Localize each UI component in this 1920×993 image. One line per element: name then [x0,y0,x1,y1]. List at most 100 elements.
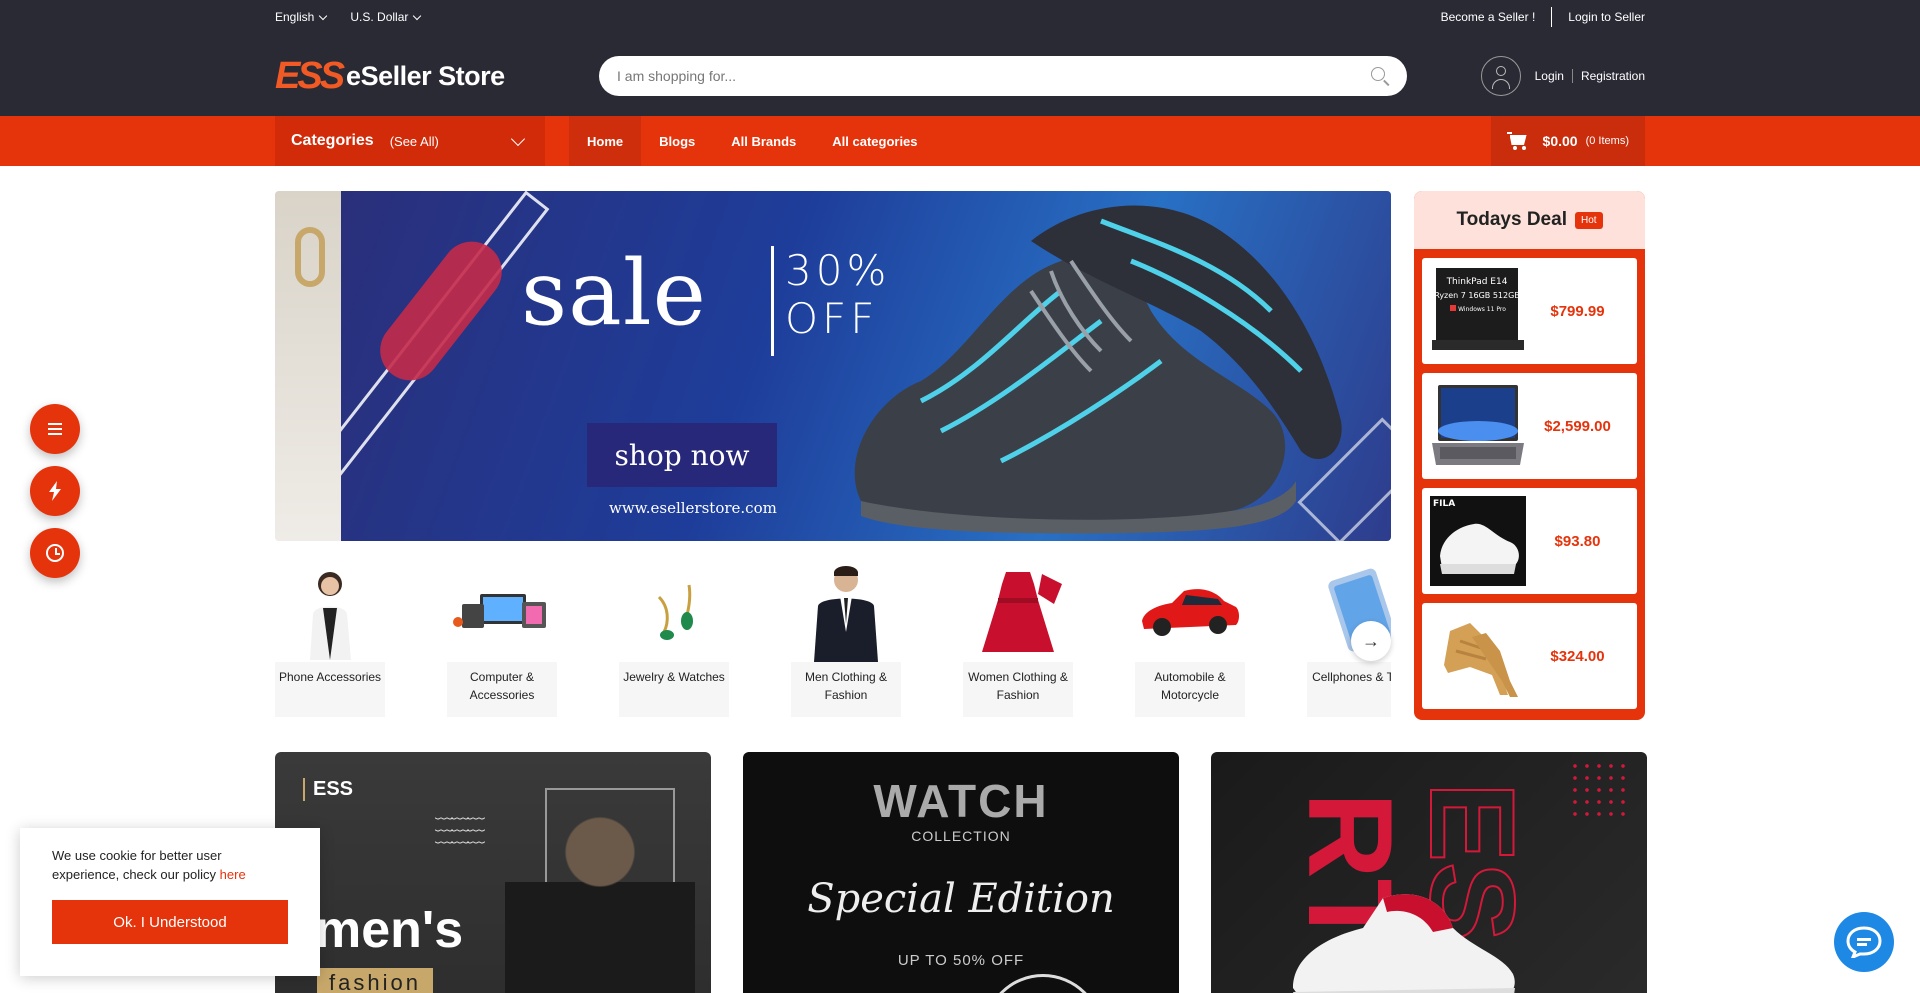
category-card[interactable]: Jewelry & Watches [619,562,729,717]
deal-price: $2,599.00 [1544,417,1611,435]
promo-banner-watch[interactable]: WATCH COLLECTION Special Edition UP TO 5… [743,752,1179,993]
user-icon[interactable] [1480,56,1521,96]
deal-price: $324.00 [1550,647,1605,665]
divider [1551,7,1553,27]
category-image [447,562,557,662]
flash-deal-fab-button[interactable] [30,466,80,516]
chevron-down-icon [319,11,328,20]
cart-button[interactable]: $0.00 (0 Items) [1490,116,1645,166]
nav-link-all-brands[interactable]: All Brands [713,116,814,166]
main-header: ESS eSeller Store Login Registration [275,54,1645,98]
navigation-bar: Categories (See All) Home Blogs All Bran… [0,116,1920,166]
carousel-next-arrow-icon[interactable]: → [1351,621,1391,661]
category-label: Automobile & Motorcycle [1154,670,1226,702]
account-area: Login Registration [1480,56,1645,96]
woman-phone-image [310,572,351,660]
clock-icon [46,544,64,562]
deal-item[interactable]: $2,599.00 [1422,373,1637,479]
nav-inner: Categories (See All) Home Blogs All Bran… [275,116,1645,166]
utility-bar: English U.S. Dollar Become a Seller ! Lo… [275,0,1645,34]
chat-button[interactable] [1834,912,1894,972]
promo-title: WATCH [873,775,1049,827]
category-label: Phone Accessories [278,670,382,684]
category-card[interactable]: Women Clothing & Fashion [963,562,1073,717]
laptop-image: ThinkPad E14 Ryzen 7 16GB 512GB Windows 11… [1430,266,1526,356]
deal-image-text: Ryzen 7 16GB 512GB [1434,291,1520,300]
hero-sale-text: sale [521,241,707,346]
chevron-down-icon [510,131,526,146]
site-header: English U.S. Dollar Become a Seller ! Lo… [0,0,1920,116]
registration-link[interactable]: Registration [1581,69,1645,83]
category-card[interactable]: Computer & Accessories [447,562,557,717]
hero-url: www.esellerstore.com [609,499,777,517]
sneaker-image [854,205,1342,534]
deal-image-text: Windows 11 Pro [1458,306,1506,313]
category-carousel: Phone Accessories Computer & Accessories… [275,562,1391,717]
laptop-image [1430,381,1526,471]
cart-items-count: (0 Items) [1585,135,1629,147]
todays-deal-header: Todays Deal Hot [1414,191,1645,249]
search-bar [599,56,1407,96]
search-icon[interactable] [1371,67,1390,86]
category-card[interactable]: Men Clothing & Fashion [791,562,901,717]
cookie-accept-button[interactable]: Ok. I Understood [52,900,288,944]
locale-selectors: English U.S. Dollar [275,10,444,24]
deal-item[interactable]: FILA $93.80 [1422,488,1637,594]
devices-image [453,594,546,628]
login-link[interactable]: Login [1535,69,1564,83]
category-image [1135,562,1245,662]
currency-dropdown[interactable]: U.S. Dollar [350,10,422,24]
categories-label: Categories [291,132,374,149]
shop-now-button[interactable]: shop now [587,423,777,487]
suit-man-image [814,566,878,662]
earrings-image [657,584,693,640]
hero-slide: sale 30% OFF shop now www.esellerstore.c… [341,191,1391,541]
todays-deal-title: Todays Deal [1456,209,1567,230]
promo-banner-mens-fashion[interactable]: ESS ﹏﹏﹏ ﹏﹏﹏ ﹏﹏﹏ men's fashion [275,752,711,993]
promo-banner-sport-shoes[interactable]: RT ES [1211,752,1647,993]
category-card[interactable]: Phone Accessories [275,562,385,717]
nav-link-all-categories[interactable]: All categories [814,116,935,166]
cookie-notice: We use cookie for better user experience… [20,828,320,976]
category-label: Jewelry & Watches [623,670,725,684]
sneaker-image: FILA [1430,496,1526,586]
promo-logo: ESS [303,778,353,801]
deal-image-text: ThinkPad E14 [1446,277,1508,287]
site-logo[interactable]: ESS eSeller Store [275,55,599,98]
sneaker-image [1293,894,1515,993]
language-dropdown[interactable]: English [275,10,328,24]
login-seller-link[interactable]: Login to Seller [1568,10,1645,24]
category-image [619,562,729,662]
hero-banner[interactable]: sale 30% OFF shop now www.esellerstore.c… [275,191,1391,541]
cart-icon [1506,132,1529,150]
become-seller-link[interactable]: Become a Seller ! [1441,10,1536,24]
logo-text: eSeller Store [346,60,505,91]
divider [1571,69,1573,83]
category-image [275,562,385,662]
category-label: Computer & Accessories [469,670,535,702]
category-label: Women Clothing & Fashion [968,670,1068,702]
heels-image [1430,611,1526,701]
divider [771,246,774,356]
nav-link-blogs[interactable]: Blogs [641,116,713,166]
promo-subtitle: fashion [317,968,433,993]
currency-label: U.S. Dollar [350,10,409,24]
nav-link-home[interactable]: Home [569,116,642,166]
categories-dropdown[interactable]: Categories (See All) [275,116,545,166]
chevron-down-icon [413,11,422,20]
cookie-policy-link[interactable]: here [220,867,246,882]
deal-item[interactable]: ThinkPad E14 Ryzen 7 16GB 512GB Windows 11… [1422,258,1637,364]
seller-links: Become a Seller ! Login to Seller [1441,7,1645,27]
cookie-text: We use cookie for better user experience… [52,848,222,882]
category-card[interactable]: Automobile & Motorcycle [1135,562,1245,717]
see-all-label: (See All) [389,133,439,149]
deal-item[interactable]: $324.00 [1422,603,1637,709]
search-input[interactable] [617,68,1371,84]
recent-fab-button[interactable] [30,528,80,578]
red-car-image [1142,589,1239,636]
watch-image [983,974,1103,993]
menu-fab-button[interactable] [30,404,80,454]
todays-deal-panel: Todays Deal Hot ThinkPad E14 Ryzen 7 16GB… [1414,191,1645,720]
promo-special: Special Edition [807,876,1115,922]
deal-price: $799.99 [1550,302,1605,320]
